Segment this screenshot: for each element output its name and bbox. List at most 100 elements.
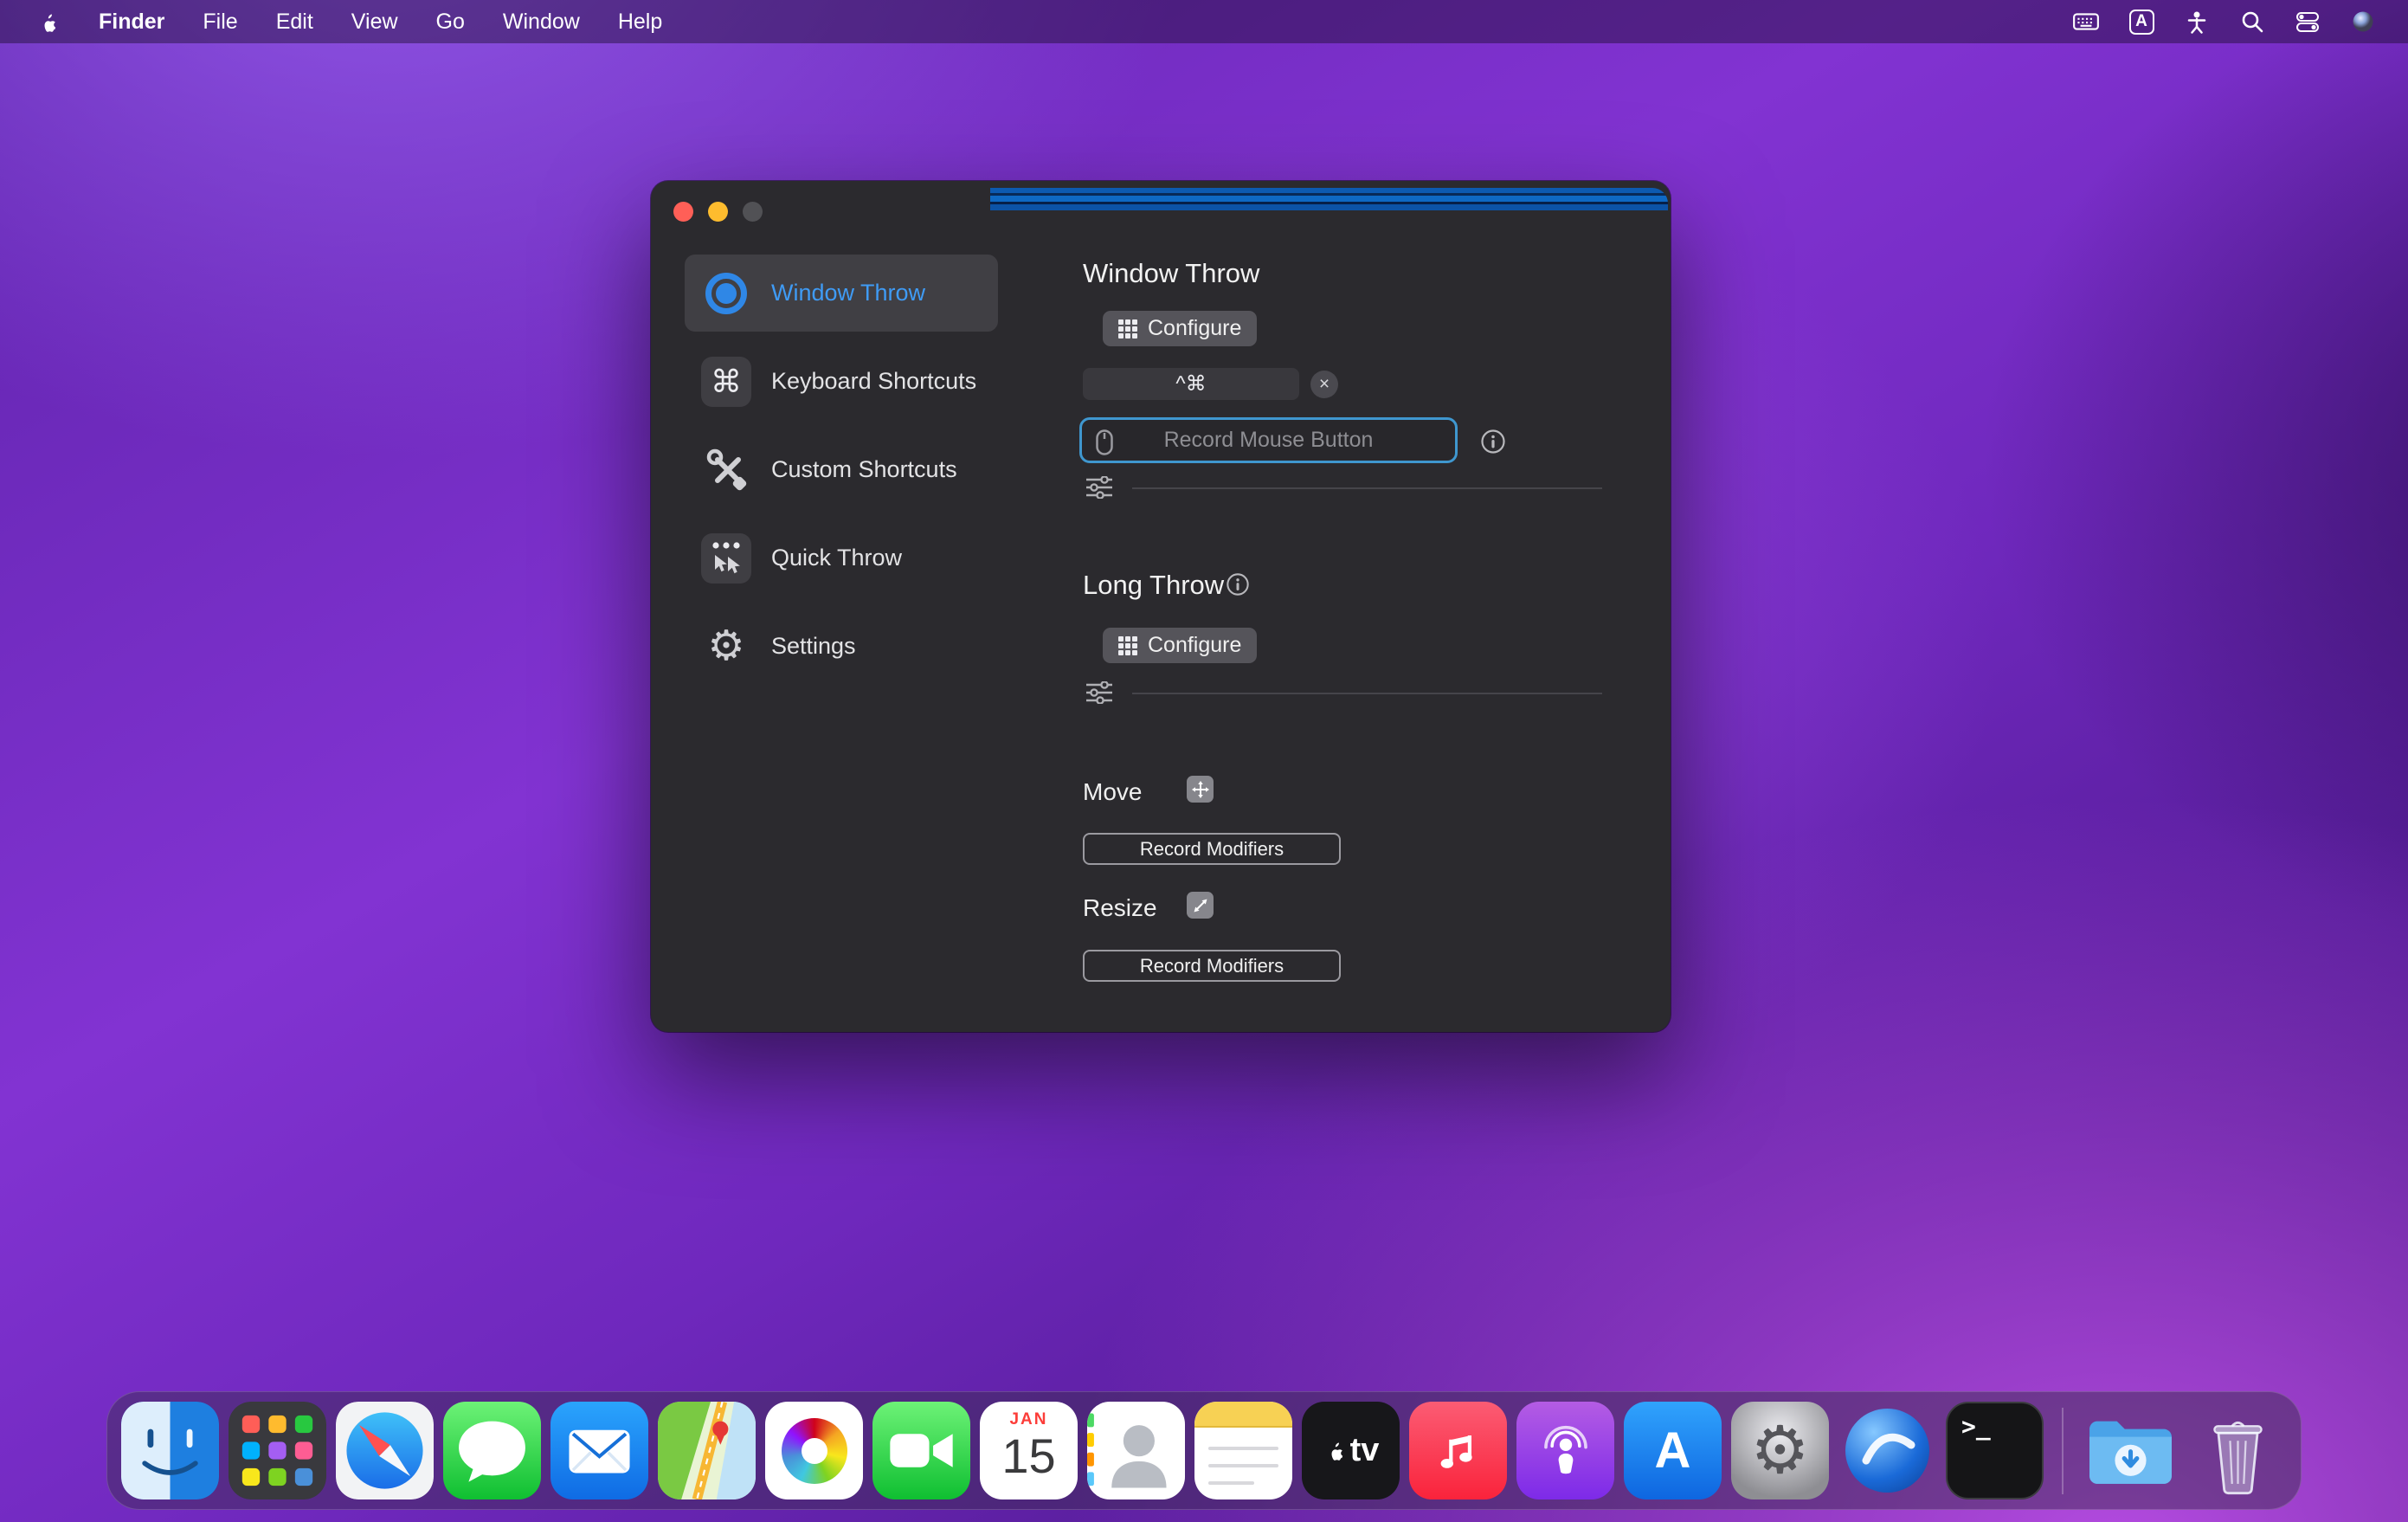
menu-bar-status: A [2072,8,2408,35]
quick-throw-icon [699,531,754,586]
music-note-icon [1433,1425,1484,1477]
move-label: Move [1083,778,1142,806]
window-throw-options-expander[interactable] [1086,476,1114,501]
downloads-folder-dock-icon[interactable] [2082,1402,2179,1499]
desktop: Finder File Edit View Go Window Help A [0,0,2408,1522]
sidebar-item-keyboard-shortcuts[interactable]: ⌘ Keyboard Shortcuts [685,343,998,420]
long-throw-info-button[interactable] [1226,572,1250,599]
clear-shortcut-button[interactable]: × [1310,371,1338,398]
sidebar-item-label: Window Throw [771,280,925,306]
accessibility-icon[interactable] [2183,8,2211,35]
configure-window-throw-button[interactable]: Configure [1103,311,1257,346]
sliders-icon [1086,681,1114,704]
menu-item-window[interactable]: Window [503,10,580,35]
sidebar: Window Throw ⌘ Keyboard Shortcuts [685,255,998,685]
configure-label: Configure [1148,633,1241,658]
safari-dock-icon[interactable] [336,1402,434,1499]
configure-label: Configure [1148,316,1241,341]
podcasts-dock-icon[interactable] [1516,1402,1614,1499]
window-top-stripe [990,188,1668,214]
dock: JAN 15 tv [106,1391,2302,1510]
record-move-modifiers-button[interactable]: Record Modifiers [1083,833,1341,865]
spotlight-icon[interactable] [2238,8,2266,35]
system-settings-dock-icon[interactable]: ⚙ [1731,1402,1829,1499]
keyboard-icon[interactable] [2072,8,2100,35]
photos-pinwheel [782,1418,847,1484]
window-throw-shortcut-field[interactable]: ^⌘ [1083,368,1299,400]
grid-icon [1118,319,1137,339]
music-dock-icon[interactable] [1409,1402,1507,1499]
record-mouse-input[interactable] [1082,427,1455,454]
section-divider [1132,487,1602,489]
mouse-icon [1096,429,1113,455]
menu-item-help[interactable]: Help [618,10,662,35]
input-source-icon[interactable]: A [2128,8,2155,35]
menu-bar-left: Finder File Edit View Go Window Help [0,8,662,35]
sidebar-item-custom-shortcuts[interactable]: Custom Shortcuts [685,431,998,508]
sidebar-item-settings[interactable]: ⚙ Settings [685,608,998,685]
sidebar-item-label: Settings [771,633,856,660]
menu-item-view[interactable]: View [351,10,398,35]
notes-dock-icon[interactable] [1194,1402,1292,1499]
long-throw-title: Long Throw [1083,570,1224,601]
close-button[interactable] [673,202,693,222]
photos-dock-icon[interactable] [765,1402,863,1499]
minimize-button[interactable] [708,202,728,222]
menu-item-edit[interactable]: Edit [276,10,313,35]
traffic-lights [673,202,763,222]
app-window: Window Throw ⌘ Keyboard Shortcuts [651,181,1671,1032]
tools-icon [699,442,754,498]
calendar-dock-icon[interactable]: JAN 15 [980,1402,1078,1499]
messages-dock-icon[interactable] [443,1402,541,1499]
finder-dock-icon[interactable] [121,1402,219,1499]
grid-icon [1118,636,1137,655]
sidebar-item-quick-throw[interactable]: Quick Throw [685,519,998,597]
record-resize-modifiers-button[interactable]: Record Modifiers [1083,950,1341,982]
apple-icon [35,10,58,33]
long-throw-options-expander[interactable] [1086,681,1114,706]
control-center-icon[interactable] [2294,8,2321,35]
window-throw-title: Window Throw [1083,258,1259,289]
trash-dock-icon[interactable] [2189,1402,2287,1499]
sidebar-item-label: Quick Throw [771,545,902,571]
launchpad-dock-icon[interactable] [229,1402,326,1499]
input-source-letter: A [2129,10,2154,35]
notes-yellow-band [1194,1402,1292,1428]
info-icon [1226,572,1250,597]
facetime-dock-icon[interactable] [872,1402,970,1499]
siri-icon[interactable] [2349,8,2377,35]
apple-menu[interactable] [33,8,61,35]
menu-item-file[interactable]: File [203,10,237,35]
record-modifiers-label: Record Modifiers [1140,955,1284,977]
gear-icon: ⚙ [1750,1418,1809,1484]
maps-dock-icon[interactable] [658,1402,756,1499]
window-throw-app-dock-icon[interactable] [1838,1402,1936,1499]
sidebar-item-label: Custom Shortcuts [771,456,957,483]
tv-label: tv [1350,1432,1380,1469]
podcasts-person-icon [1535,1420,1597,1482]
menu-item-go[interactable]: Go [436,10,465,35]
configure-long-throw-button[interactable]: Configure [1103,628,1257,663]
menu-bar: Finder File Edit View Go Window Help A [0,0,2408,43]
command-key-icon: ⌘ [699,354,754,410]
app-store-dock-icon[interactable]: A [1624,1402,1722,1499]
trash-bin-icon [2189,1402,2287,1499]
terminal-dock-icon[interactable]: >_ [1946,1402,2044,1499]
record-mouse-button-field[interactable] [1079,417,1458,463]
apple-tv-dock-icon[interactable]: tv [1302,1402,1400,1499]
record-circle-icon [699,266,754,321]
window-throw-info-button[interactable] [1480,429,1506,457]
mail-dock-icon[interactable] [550,1402,648,1499]
record-modifiers-label: Record Modifiers [1140,838,1284,861]
calendar-month: JAN [1009,1410,1047,1429]
contacts-dock-icon[interactable] [1087,1402,1185,1499]
resize-label: Resize [1083,894,1157,922]
menu-app-name[interactable]: Finder [99,10,164,35]
shortcut-value: ^⌘ [1175,371,1206,397]
sliders-icon [1086,476,1114,499]
apple-logo-icon [1323,1438,1345,1464]
sidebar-item-label: Keyboard Shortcuts [771,368,976,395]
sidebar-item-window-throw[interactable]: Window Throw [685,255,998,332]
calendar-day: 15 [1001,1429,1055,1483]
clear-icon: × [1319,374,1330,395]
